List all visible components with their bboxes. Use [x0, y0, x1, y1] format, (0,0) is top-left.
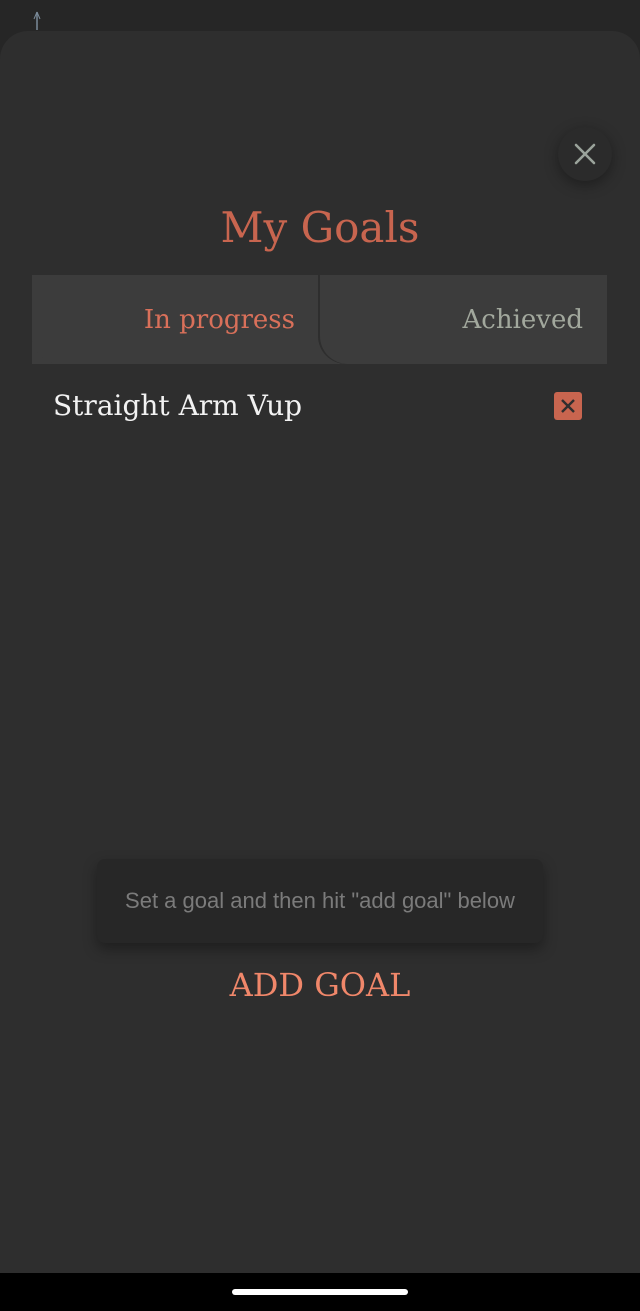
tab-in-progress[interactable]: In progress	[32, 275, 320, 364]
delete-icon	[561, 399, 575, 413]
goal-tabs: In progress Achieved	[32, 275, 607, 364]
delete-goal-button[interactable]	[554, 392, 582, 420]
home-indicator[interactable]	[232, 1289, 408, 1295]
status-bar	[0, 0, 640, 31]
signal-icon	[33, 11, 41, 30]
hint-toast: Set a goal and then hit "add goal" below	[97, 859, 543, 943]
close-icon	[574, 143, 596, 165]
tab-achieved-label: Achieved	[462, 304, 583, 335]
tab-in-progress-label: In progress	[143, 304, 295, 335]
goal-label: Straight Arm Vup	[53, 389, 303, 422]
toast-message: Set a goal and then hit "add goal" below	[125, 888, 515, 913]
navigation-bar	[0, 1273, 640, 1311]
page-title: My Goals	[220, 203, 420, 252]
add-goal-button[interactable]: ADD GOAL	[170, 960, 470, 1010]
tab-achieved[interactable]: Achieved	[320, 275, 607, 364]
goal-list-item: Straight Arm Vup	[32, 380, 607, 436]
close-button[interactable]	[558, 127, 612, 181]
